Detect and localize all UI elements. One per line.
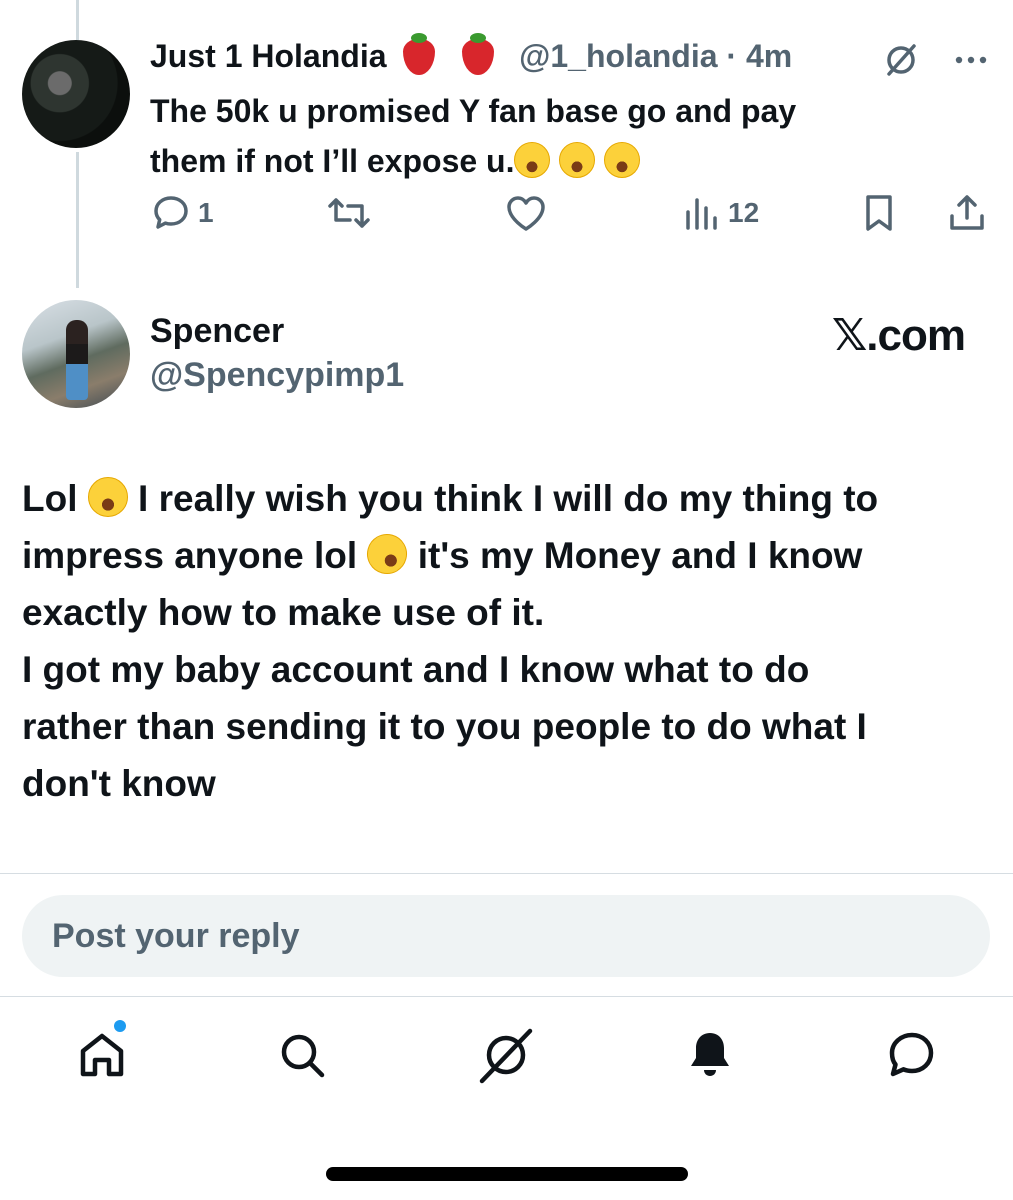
- post-line: don't know: [22, 763, 216, 804]
- repost-button[interactable]: [326, 192, 372, 234]
- reply-input[interactable]: [22, 895, 990, 977]
- tweet-top-icons: [881, 40, 991, 85]
- tweet-text-line: The 50k u promised Y fan base go and pay: [150, 93, 797, 129]
- views-icon: [686, 198, 717, 230]
- display-name[interactable]: Spencer: [150, 312, 284, 351]
- search-icon: [281, 1034, 325, 1078]
- messages-icon: [889, 1032, 934, 1077]
- tweet-header: Just 1 Holandia @1_holandia · 4m: [150, 33, 792, 75]
- handle[interactable]: @Spencypimp1: [150, 356, 404, 395]
- handle[interactable]: @1_holandia: [519, 38, 717, 74]
- thread-line-top: [76, 0, 79, 40]
- tweet-actions: 1 12: [150, 192, 990, 242]
- post-line: I got my baby account and I know what to…: [22, 649, 810, 690]
- laughing-emoji: [559, 142, 596, 178]
- tab-search[interactable]: [272, 1020, 332, 1090]
- separator: ·: [726, 38, 738, 74]
- avatar-figure: [66, 320, 88, 400]
- tab-notifications[interactable]: [680, 1020, 740, 1090]
- reply-button[interactable]: 1: [150, 192, 214, 234]
- more-icon[interactable]: [951, 50, 991, 75]
- post-line-text: it's my Money and I know: [417, 535, 863, 576]
- tweet-text-line: them if not I’ll expose u.: [150, 136, 950, 186]
- laughing-emoji: [604, 142, 641, 178]
- divider: [0, 996, 1013, 997]
- like-button[interactable]: [504, 192, 548, 234]
- thread-line: [76, 152, 79, 288]
- display-name[interactable]: Just 1 Holandia: [150, 38, 387, 74]
- bookmark-icon: [866, 195, 892, 231]
- bell-icon: [691, 1033, 729, 1076]
- share-icon: [950, 195, 984, 230]
- timestamp[interactable]: 4m: [746, 38, 792, 74]
- strawberry-emoji: [403, 33, 436, 75]
- laughing-emoji: [514, 142, 551, 178]
- home-icon: [80, 1033, 124, 1077]
- avatar[interactable]: [22, 300, 130, 408]
- grok-icon[interactable]: [881, 40, 921, 85]
- tab-grok[interactable]: [476, 1020, 536, 1090]
- tab-messages[interactable]: [882, 1020, 942, 1090]
- laughing-emoji: [87, 477, 128, 517]
- notification-dot: [114, 1020, 126, 1032]
- post-line: impress anyone lol it's my Money and I k…: [22, 526, 997, 584]
- tab-home[interactable]: [72, 1020, 132, 1090]
- grok-icon: [479, 1028, 533, 1084]
- source-label: 𝕏.com: [831, 311, 966, 360]
- repost-icon: [328, 198, 370, 228]
- tab-bar: [0, 1020, 1013, 1100]
- bookmark-button[interactable]: [860, 192, 898, 234]
- post-line-text: I really wish you think I will do my thi…: [138, 478, 879, 519]
- share-button[interactable]: [946, 192, 988, 234]
- tweet-text: The 50k u promised Y fan base go and pay…: [150, 86, 950, 186]
- reply-composer[interactable]: [22, 895, 990, 977]
- post-line-text: impress anyone lol: [22, 535, 358, 576]
- avatar[interactable]: [22, 40, 130, 148]
- divider: [0, 873, 1013, 874]
- post-line: rather than sending it to you people to …: [22, 706, 867, 747]
- heart-icon: [507, 196, 545, 231]
- post-line: exactly how to make use of it.: [22, 592, 545, 633]
- post-line: Lol I really wish you think I will do my…: [22, 470, 997, 527]
- strawberry-emoji: [462, 33, 495, 75]
- tweet-text-line-content: them if not I’ll expose u.: [150, 143, 515, 179]
- reply-icon: [154, 196, 188, 229]
- views-button[interactable]: 12: [682, 192, 759, 234]
- rofl-emoji: [360, 526, 415, 582]
- reply-count: 1: [198, 197, 214, 228]
- home-indicator[interactable]: [326, 1167, 688, 1181]
- view-count: 12: [728, 197, 760, 228]
- post-line-text: Lol: [22, 478, 78, 519]
- post-body: Lol I really wish you think I will do my…: [22, 470, 997, 812]
